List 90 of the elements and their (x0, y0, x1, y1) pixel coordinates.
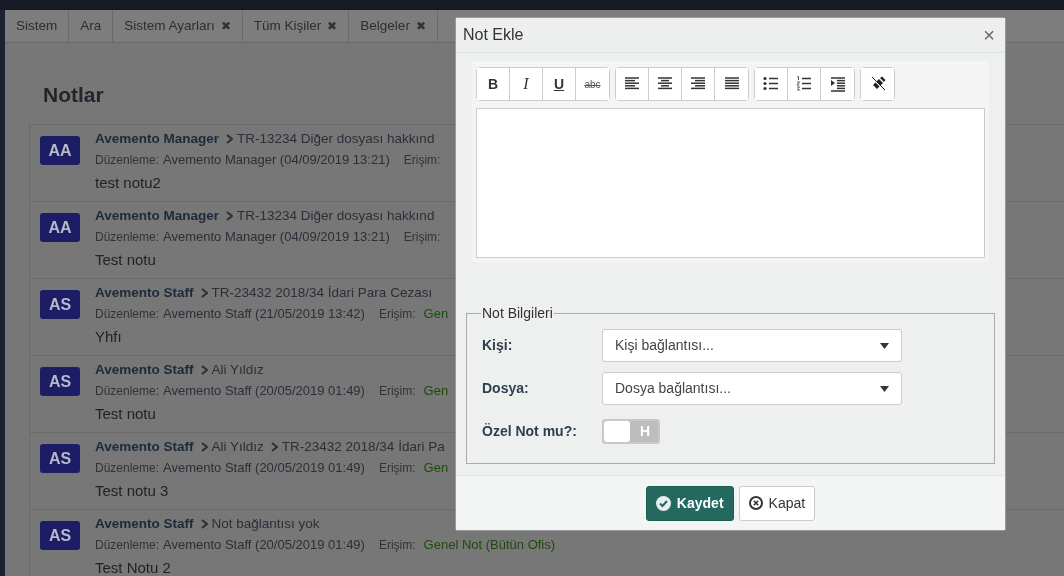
avatar: AA (40, 213, 80, 242)
justify-icon (723, 76, 740, 92)
save-button[interactable]: Kaydet (645, 485, 734, 521)
meta-label: Düzenleme: (95, 152, 160, 169)
link-text[interactable]: TR-23432 2018/34 İdari Pa (281, 436, 445, 458)
note-text: Yhfı (95, 327, 123, 347)
meta-label: Düzenleme: (95, 460, 160, 477)
link-text[interactable]: TR-13234 Diğer dosyası hakkınd (237, 128, 435, 150)
avatar: AS (40, 444, 80, 473)
numbered-list-icon (796, 76, 812, 92)
editor-info: Avemento Manager (04/09/2019 13:21) (163, 228, 390, 247)
avatar: AA (40, 136, 80, 165)
editor-info: Avemento Manager (04/09/2019 13:21) (163, 151, 390, 170)
align-right-icon (690, 76, 706, 92)
check-icon (655, 495, 671, 511)
author-name: Avemento Staff (95, 514, 194, 533)
close-icon[interactable]: ✖ (415, 17, 426, 35)
page-title: Notlar (43, 82, 104, 108)
align-center-icon (657, 76, 673, 92)
meta-label: Düzenleme: (95, 229, 160, 246)
caret-icon (880, 385, 889, 392)
editor-info: Avemento Staff (20/05/2019 01:49) (163, 536, 365, 555)
chevron-icon (226, 134, 234, 144)
fieldset-legend: Not Bilgileri (481, 303, 554, 324)
select-field[interactable]: Dosya bağlantısı... (602, 372, 902, 405)
chevron-icon (200, 365, 208, 375)
note-text: Test notu 3 (95, 481, 170, 501)
field-label: Dosya: (482, 379, 530, 398)
access-value: Genel Not (Bütün Ofis) (423, 536, 556, 555)
chevron-icon (270, 442, 278, 452)
field-label: Özel Not mu?: (482, 422, 578, 441)
bold-button[interactable]: B (477, 68, 510, 100)
link-text[interactable]: Ali Yıldız (211, 359, 264, 381)
editor-info: Avemento Staff (21/05/2019 13:42) (163, 305, 365, 324)
align-left-button[interactable] (616, 68, 649, 100)
avatar: AS (40, 367, 80, 396)
link-text[interactable]: Ali Yıldız (211, 436, 264, 458)
close-icon (748, 496, 763, 510)
bullet-list-button[interactable] (755, 68, 788, 100)
chevron-icon (200, 442, 208, 452)
meta-label: Erişim: (378, 383, 416, 400)
meta-label: Erişim: (378, 460, 416, 477)
access-value: Gen (423, 305, 449, 324)
note-text: Test Notu 2 (95, 558, 172, 576)
eraser-icon (869, 76, 886, 92)
meta-label: Düzenleme: (95, 537, 160, 554)
author-name: Avemento Manager (95, 206, 220, 225)
link-text[interactable]: TR-23432 2018/34 İdari Para Cezası (211, 282, 433, 304)
avatar: AS (40, 290, 80, 319)
tab[interactable]: Sistem Ayarları ✖ (113, 10, 243, 42)
chevron-icon (226, 211, 234, 221)
access-value: Gen (423, 382, 449, 401)
toggle-switch[interactable]: H (602, 419, 660, 444)
note-text: Test notu (95, 404, 157, 424)
avatar: AS (40, 521, 80, 550)
note-text: test notu2 (95, 173, 162, 193)
close-icon[interactable]: ✖ (220, 17, 231, 35)
chevron-icon (200, 288, 208, 298)
chevron-icon (200, 519, 208, 529)
editor-info: Avemento Staff (20/05/2019 01:49) (163, 382, 365, 401)
link-text[interactable]: TR-13234 Diğer dosyası hakkınd (237, 205, 435, 227)
meta-label: Erişim: (403, 229, 441, 246)
author-name: Avemento Staff (95, 437, 194, 456)
tab[interactable]: Tüm Kişiler ✖ (242, 10, 350, 42)
author-name: Avemento Staff (95, 283, 194, 302)
meta-label: Erişim: (403, 152, 441, 169)
author-name: Avemento Staff (95, 360, 194, 379)
close-button[interactable]: Kapat (738, 485, 816, 521)
meta-label: Erişim: (378, 306, 416, 323)
author-name: Avemento Manager (95, 129, 220, 148)
access-value: Gen (423, 459, 449, 478)
bullet-list-icon (763, 76, 779, 92)
meta-label: Erişim: (378, 537, 416, 554)
dialog-title: Not Ekle (463, 25, 524, 45)
meta-label: Düzenleme: (95, 383, 160, 400)
close-button[interactable]: × (979, 25, 999, 45)
editor-info: Avemento Staff (20/05/2019 01:49) (163, 459, 365, 478)
tab[interactable]: Sistem (5, 10, 70, 42)
caret-icon (880, 342, 889, 349)
field-label: Kişi: (482, 336, 514, 355)
meta-label: Düzenleme: (95, 306, 160, 323)
align-left-icon (624, 76, 640, 92)
link-text[interactable]: Not bağlantısı yok (211, 513, 320, 535)
indent-icon (829, 76, 846, 92)
note-text: Test notu (95, 250, 157, 270)
close-icon[interactable]: ✖ (327, 17, 338, 35)
tab[interactable]: Belgeler ✖ (349, 10, 438, 42)
select-field[interactable]: Kişi bağlantısı... (602, 329, 902, 362)
tab[interactable]: Ara (69, 10, 114, 42)
eraser-button[interactable] (861, 68, 894, 100)
